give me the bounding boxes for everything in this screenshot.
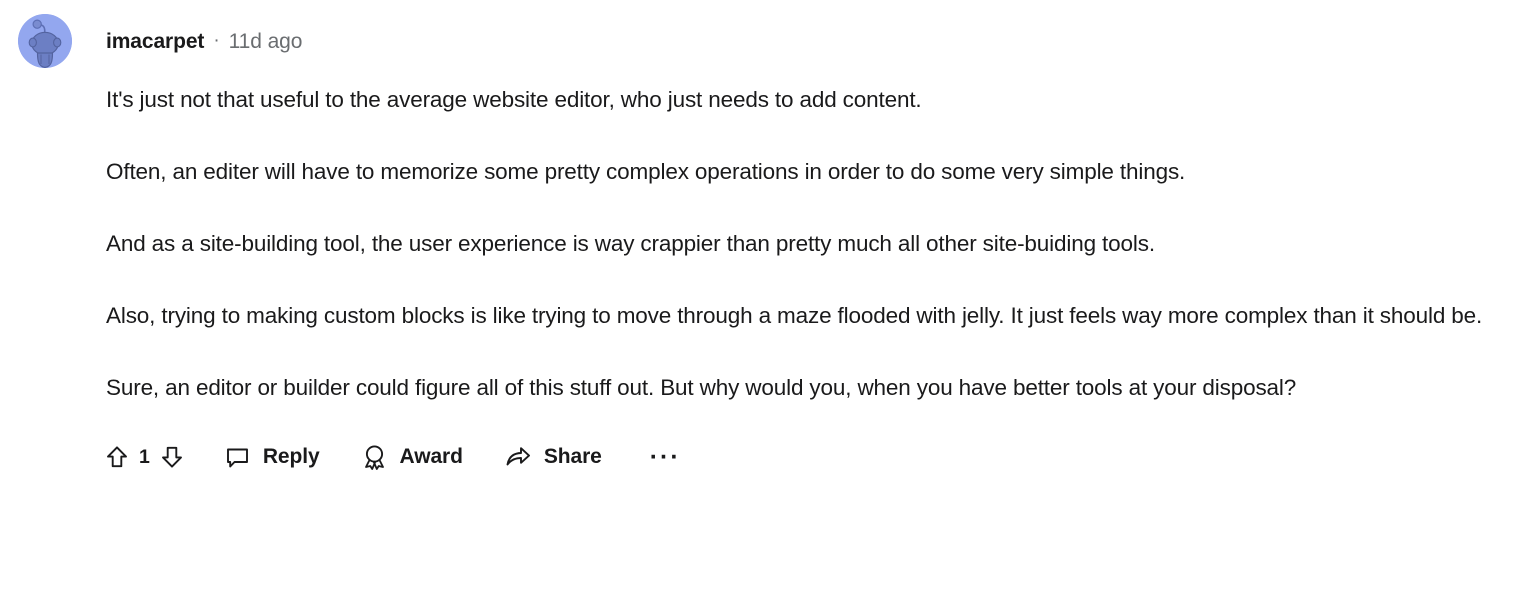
snoo-avatar-icon [18,14,72,68]
award-button[interactable]: Award [362,444,463,470]
comment-body: It's just not that useful to the average… [0,80,1535,408]
share-button[interactable]: Share [505,445,602,469]
reply-label: Reply [262,445,320,468]
award-label: Award [399,445,463,468]
comment-timestamp: 11d ago [228,29,303,53]
comment-paragraph: Also, trying to making custom blocks is … [106,303,1483,328]
downvote-arrow-icon [161,446,182,468]
comment-paragraph: And as a site-building tool, the user ex… [106,231,1155,256]
share-arrow-icon [506,447,530,466]
comment-paragraph: Sure, an editor or builder could figure … [106,375,1297,400]
vote-count: 1 [139,445,150,468]
comment-header: imacarpet · 11d ago [0,0,1535,68]
author-username[interactable]: imacarpet [106,31,204,52]
avatar[interactable] [18,14,72,68]
comment-paragraph: Often, an editer will have to memorize s… [106,159,1186,184]
downvote-button[interactable] [161,445,183,469]
comment-container: imacarpet · 11d ago It's just not that u… [0,0,1535,616]
upvote-button[interactable] [106,445,128,469]
separator-dot: · [213,29,220,51]
vote-group: 1 [106,445,183,469]
upvote-arrow-icon [107,446,127,468]
award-ribbon-icon [364,445,384,470]
more-options-button[interactable]: ··· [649,443,681,471]
comment-bubble-icon [226,448,248,467]
comment-paragraph: It's just not that useful to the average… [106,87,922,112]
share-label: Share [543,445,602,468]
more-options-label: ··· [649,443,681,471]
comment-action-bar: 1 Reply Award Share ··· [0,434,1535,480]
author-line: imacarpet · 11d ago [106,31,302,52]
reply-button[interactable]: Reply [225,445,320,470]
